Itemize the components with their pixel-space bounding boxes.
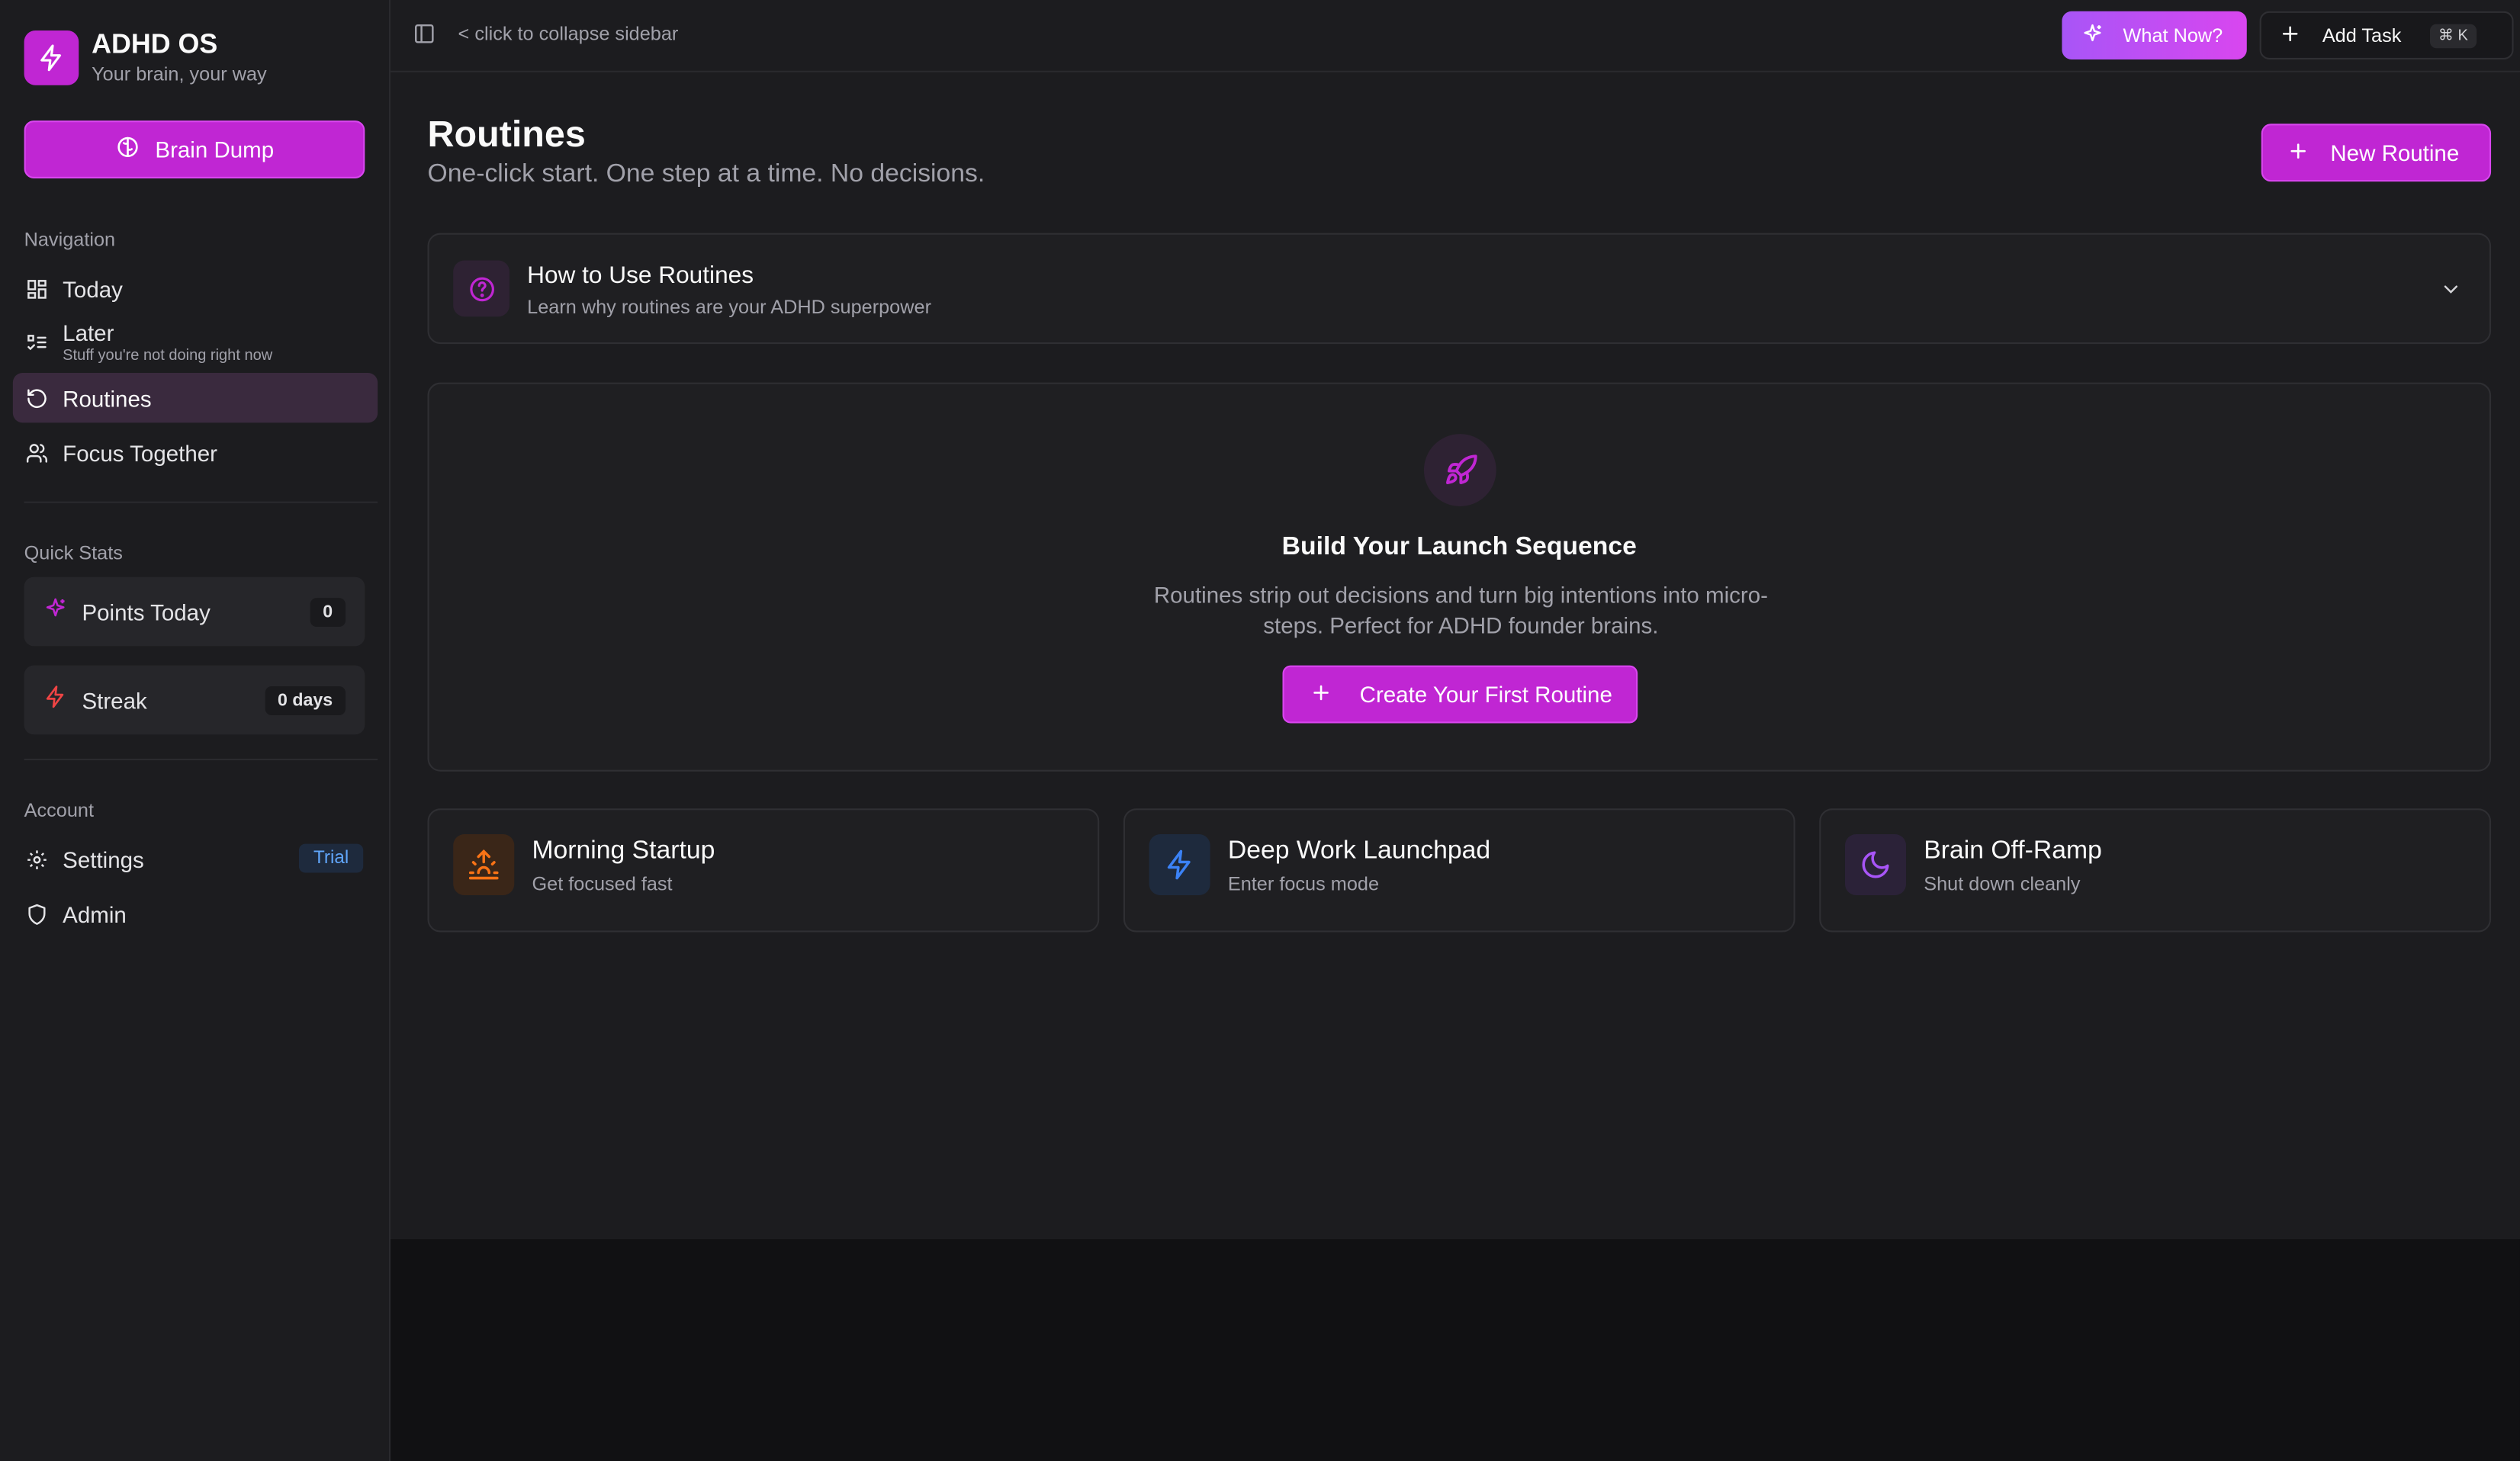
template-card-deep-work-launchpad[interactable]: Deep Work Launchpad Enter focus mode	[1123, 808, 1795, 933]
sidebar-item-focus-together[interactable]: Focus Together	[13, 428, 378, 477]
add-task-button[interactable]: Add Task ⌘ K	[2259, 11, 2514, 59]
grid-icon	[26, 278, 48, 300]
sidebar-item-sublabel: Stuff you're not doing right now	[63, 347, 273, 365]
template-card-brain-off-ramp[interactable]: Brain Off-Ramp Shut down cleanly	[1819, 808, 2492, 933]
zap-icon	[1149, 833, 1210, 896]
divider	[24, 758, 378, 760]
template-subtitle: Get focused fast	[532, 872, 673, 896]
logo-zap-icon	[24, 31, 79, 85]
list-todo-icon	[26, 331, 48, 354]
sunrise-icon	[453, 833, 515, 896]
rocket-icon	[1423, 434, 1496, 506]
empty-state-card: Build Your Launch Sequence Routines stri…	[427, 382, 2492, 772]
points-today-label: Points Today	[82, 599, 211, 625]
brain-dump-label: Brain Dump	[155, 136, 275, 162]
brand: ADHD OS Your brain, your way	[24, 29, 267, 87]
sidebar-item-label: Focus Together	[63, 439, 217, 466]
how-to-use-routines-accordion[interactable]: How to Use Routines Learn why routines a…	[427, 233, 2492, 345]
streak-stat: Streak 0 days	[24, 665, 365, 735]
quick-stats-section-label: Quick Stats	[24, 541, 123, 564]
sidebar-item-label: Today	[63, 275, 123, 302]
sidebar-item-label: Admin	[63, 901, 127, 927]
create-first-routine-button[interactable]: Create Your First Routine	[1282, 665, 1638, 724]
keyboard-shortcut: ⌘ K	[2430, 23, 2477, 48]
page-subtitle: One-click start. One step at a time. No …	[427, 160, 985, 188]
main-area: < click to collapse sidebar What Now? Ad…	[391, 0, 2520, 1461]
zap-icon	[43, 684, 68, 716]
template-card-morning-startup[interactable]: Morning Startup Get focused fast	[427, 808, 1100, 933]
howto-subtitle: Learn why routines are your ADHD superpo…	[527, 295, 932, 319]
streak-label: Streak	[82, 687, 147, 713]
points-today-value: 0	[310, 597, 346, 626]
users-icon	[26, 442, 48, 464]
sidebar-toggle-icon[interactable]	[413, 23, 436, 46]
brain-icon	[115, 135, 140, 164]
template-subtitle: Enter focus mode	[1227, 872, 1380, 896]
brain-dump-button[interactable]: Brain Dump	[24, 120, 365, 178]
empty-state-title: Build Your Launch Sequence	[1281, 533, 1637, 561]
sidebar-item-later[interactable]: Later Stuff you're not doing right now	[13, 318, 378, 369]
plus-icon	[2289, 140, 2308, 165]
account-section-label: Account	[24, 798, 94, 822]
rotate-icon	[26, 387, 48, 409]
template-title: Morning Startup	[532, 837, 715, 865]
gear-icon	[26, 848, 48, 871]
add-task-label: Add Task	[2322, 24, 2402, 47]
help-circle-icon	[453, 260, 509, 317]
top-bar: < click to collapse sidebar What Now? Ad…	[391, 0, 2520, 72]
points-today-stat: Points Today 0	[24, 576, 365, 647]
howto-title: How to Use Routines	[527, 262, 754, 290]
sparkles-icon	[43, 596, 68, 628]
sidebar: ADHD OS Your brain, your way Brain Dump …	[0, 0, 391, 1461]
new-routine-button[interactable]: New Routine	[2261, 124, 2492, 182]
app: ADHD OS Your brain, your way Brain Dump …	[0, 0, 2520, 1461]
routines-page: Routines One-click start. One step at a …	[391, 72, 2520, 1240]
app-title: ADHD OS	[92, 28, 218, 59]
sidebar-item-routines[interactable]: Routines	[12, 373, 378, 423]
app-subtitle: Your brain, your way	[92, 63, 267, 85]
what-now-button[interactable]: What Now?	[2062, 11, 2247, 59]
sidebar-item-label: Routines	[63, 384, 152, 411]
plus-icon	[1311, 682, 1330, 708]
collapse-sidebar-hint[interactable]: < click to collapse sidebar	[458, 23, 679, 46]
new-routine-label: New Routine	[2330, 140, 2460, 166]
page-title: Routines	[427, 112, 586, 155]
what-now-label: What Now?	[2123, 24, 2223, 47]
trial-badge: Trial	[299, 843, 364, 873]
sidebar-item-label: Settings	[63, 846, 144, 872]
shield-icon	[26, 903, 48, 926]
sidebar-item-admin[interactable]: Admin	[13, 889, 378, 939]
template-title: Deep Work Launchpad	[1227, 837, 1491, 865]
moon-icon	[1844, 833, 1907, 896]
sidebar-item-today[interactable]: Today	[13, 264, 378, 313]
streak-value: 0 days	[265, 685, 346, 714]
sparkles-icon	[2081, 21, 2104, 49]
empty-state-description: Routines strip out decisions and turn bi…	[1153, 582, 1768, 638]
divider	[24, 501, 378, 503]
chevron-down-icon	[2440, 278, 2463, 301]
create-first-routine-label: Create Your First Routine	[1359, 681, 1612, 708]
plus-icon	[2281, 24, 2300, 48]
template-subtitle: Shut down cleanly	[1924, 872, 2081, 896]
navigation-section-label: Navigation	[24, 228, 116, 251]
sidebar-item-label: Later	[63, 319, 114, 346]
template-title: Brain Off-Ramp	[1924, 837, 2102, 865]
